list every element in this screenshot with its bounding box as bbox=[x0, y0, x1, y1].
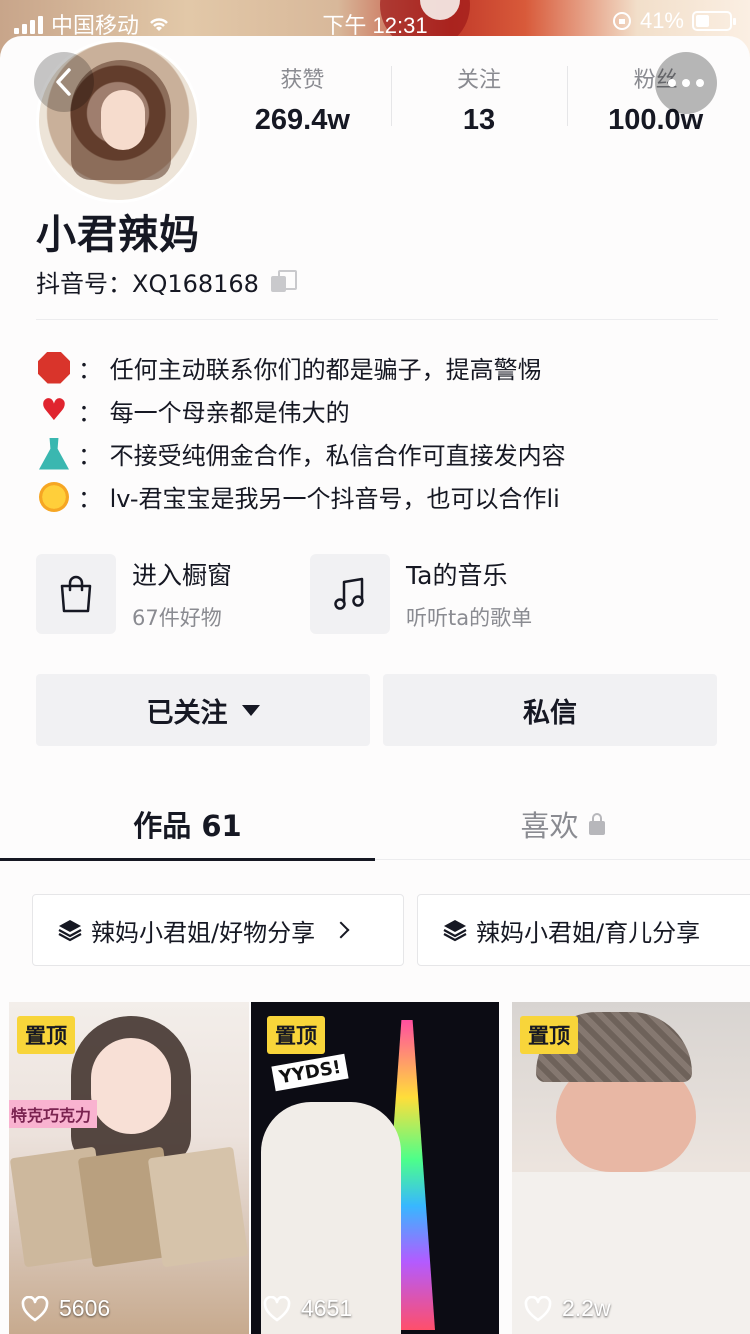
like-count-value: 5606 bbox=[59, 1295, 111, 1321]
stat-label: 获赞 bbox=[280, 68, 325, 93]
back-button[interactable] bbox=[34, 52, 94, 112]
music-note-icon bbox=[310, 554, 390, 634]
followed-button[interactable]: 已关注 bbox=[36, 674, 370, 746]
profile-bio: ： 任何主动联系你们的都是骗子，提高警惕 ♥ ： 每一个母亲都是伟大的 ： 不接… bbox=[36, 346, 726, 518]
message-button[interactable]: 私信 bbox=[383, 674, 717, 746]
like-count: 5606 bbox=[21, 1295, 110, 1322]
more-options-button[interactable] bbox=[655, 52, 717, 114]
bio-line: ： 任何主动联系你们的都是骗子，提高警惕 bbox=[36, 346, 726, 389]
video-overlay-text: YYDS! bbox=[271, 1053, 349, 1092]
stat-following[interactable]: 关注 13 bbox=[390, 56, 568, 156]
caret-down-icon bbox=[241, 704, 260, 716]
copy-icon[interactable] bbox=[270, 269, 297, 294]
chevron-left-icon bbox=[56, 68, 71, 96]
followed-label: 已关注 bbox=[146, 697, 228, 729]
lock-icon bbox=[588, 813, 605, 835]
orientation-lock-icon bbox=[612, 12, 631, 30]
layers-icon bbox=[443, 920, 467, 942]
profile-card: 获赞 269.4w 关注 13 粉丝 100.0w 小君辣妈 抖音号：XQ168… bbox=[0, 36, 750, 1334]
tab-label: 作品 61 bbox=[133, 809, 242, 843]
shop-subtitle: 67件好物 bbox=[132, 606, 222, 630]
stat-followers[interactable]: 粉丝 100.0w bbox=[567, 56, 744, 156]
collection-chip[interactable]: 辣妈小君姐/好物分享 bbox=[32, 894, 404, 966]
pinned-badge: 置顶 bbox=[520, 1016, 578, 1054]
sun-face-icon bbox=[36, 479, 72, 515]
video-grid: 特克巧克力 置顶 5606 YYDS! 置顶 4651 置顶 2.2w bbox=[0, 1002, 750, 1334]
stat-label: 关注 bbox=[457, 68, 502, 93]
battery-icon bbox=[692, 11, 736, 31]
music-title: Ta的音乐 bbox=[406, 561, 508, 590]
red-heart-icon: ♥ bbox=[40, 392, 68, 428]
heart-outline-icon bbox=[21, 1295, 49, 1321]
stat-value: 269.4w bbox=[254, 104, 350, 136]
douyin-id: 抖音号：XQ168168 bbox=[36, 264, 297, 299]
like-count: 4651 bbox=[263, 1295, 352, 1322]
heart-outline-icon bbox=[524, 1295, 552, 1321]
stat-value: 100.0w bbox=[608, 104, 704, 136]
music-entry[interactable]: Ta的音乐 听听ta的歌单 bbox=[310, 554, 532, 634]
douyin-id-text: 抖音号：XQ168168 bbox=[36, 270, 259, 298]
more-dot-icon bbox=[668, 79, 676, 87]
stat-value: 13 bbox=[462, 104, 496, 136]
pinned-badge: 置顶 bbox=[267, 1016, 325, 1054]
bio-line: ♥ ： 每一个母亲都是伟大的 bbox=[36, 389, 726, 432]
bio-text: ： lv-君宝宝是我另一个抖音号，也可以合作li bbox=[78, 485, 560, 513]
video-thumbnail[interactable]: 置顶 2.2w bbox=[512, 1002, 750, 1334]
bio-text: ： 任何主动联系你们的都是骗子，提高警惕 bbox=[78, 356, 542, 384]
shop-title: 进入橱窗 bbox=[132, 561, 233, 590]
bio-text: ： 每一个母亲都是伟大的 bbox=[78, 399, 350, 427]
bio-line: ： lv-君宝宝是我另一个抖音号，也可以合作li bbox=[36, 475, 726, 518]
bio-line: ： 不接受纯佣金合作，私信合作可直接发内容 bbox=[36, 432, 726, 475]
tab-works[interactable]: 作品 61 bbox=[0, 788, 375, 861]
pinned-badge: 置顶 bbox=[17, 1016, 75, 1054]
like-count-value: 2.2w bbox=[562, 1295, 611, 1321]
video-overlay-text: 特克巧克力 bbox=[9, 1100, 98, 1128]
status-bar: 中国移动 下午 12:31 41% bbox=[0, 0, 750, 40]
shopping-bag-icon bbox=[36, 554, 116, 634]
dress-icon bbox=[36, 436, 72, 472]
battery-percent: 41% bbox=[639, 8, 684, 33]
more-dot-icon bbox=[682, 79, 690, 87]
collection-chip[interactable]: 辣妈小君姐/育儿分享 bbox=[417, 894, 750, 966]
content-tabs: 作品 61 喜欢 bbox=[0, 788, 750, 861]
stat-likes[interactable]: 获赞 269.4w bbox=[214, 56, 391, 156]
bio-text: ： 不接受纯佣金合作，私信合作可直接发内容 bbox=[78, 442, 566, 470]
battery-group: 41% bbox=[612, 8, 736, 34]
message-label: 私信 bbox=[523, 697, 577, 729]
stop-sign-icon bbox=[36, 350, 72, 386]
video-thumbnail[interactable]: YYDS! 置顶 4651 bbox=[251, 1002, 499, 1334]
layers-icon bbox=[58, 920, 82, 942]
like-count: 2.2w bbox=[524, 1295, 611, 1322]
more-dot-icon bbox=[696, 79, 704, 87]
collection-label: 辣妈小君姐/育儿分享 bbox=[476, 918, 701, 947]
profile-name: 小君辣妈 bbox=[36, 212, 200, 258]
tab-label: 喜欢 bbox=[520, 809, 579, 843]
divider bbox=[36, 319, 718, 320]
chevron-right-icon bbox=[332, 921, 350, 939]
collection-label: 辣妈小君姐/好物分享 bbox=[91, 918, 316, 947]
music-subtitle: 听听ta的歌单 bbox=[406, 606, 533, 630]
tab-likes[interactable]: 喜欢 bbox=[375, 788, 750, 860]
video-thumbnail[interactable]: 特克巧克力 置顶 5606 bbox=[9, 1002, 249, 1334]
heart-outline-icon bbox=[263, 1295, 291, 1321]
shop-window-entry[interactable]: 进入橱窗 67件好物 bbox=[36, 554, 232, 634]
like-count-value: 4651 bbox=[301, 1295, 353, 1321]
